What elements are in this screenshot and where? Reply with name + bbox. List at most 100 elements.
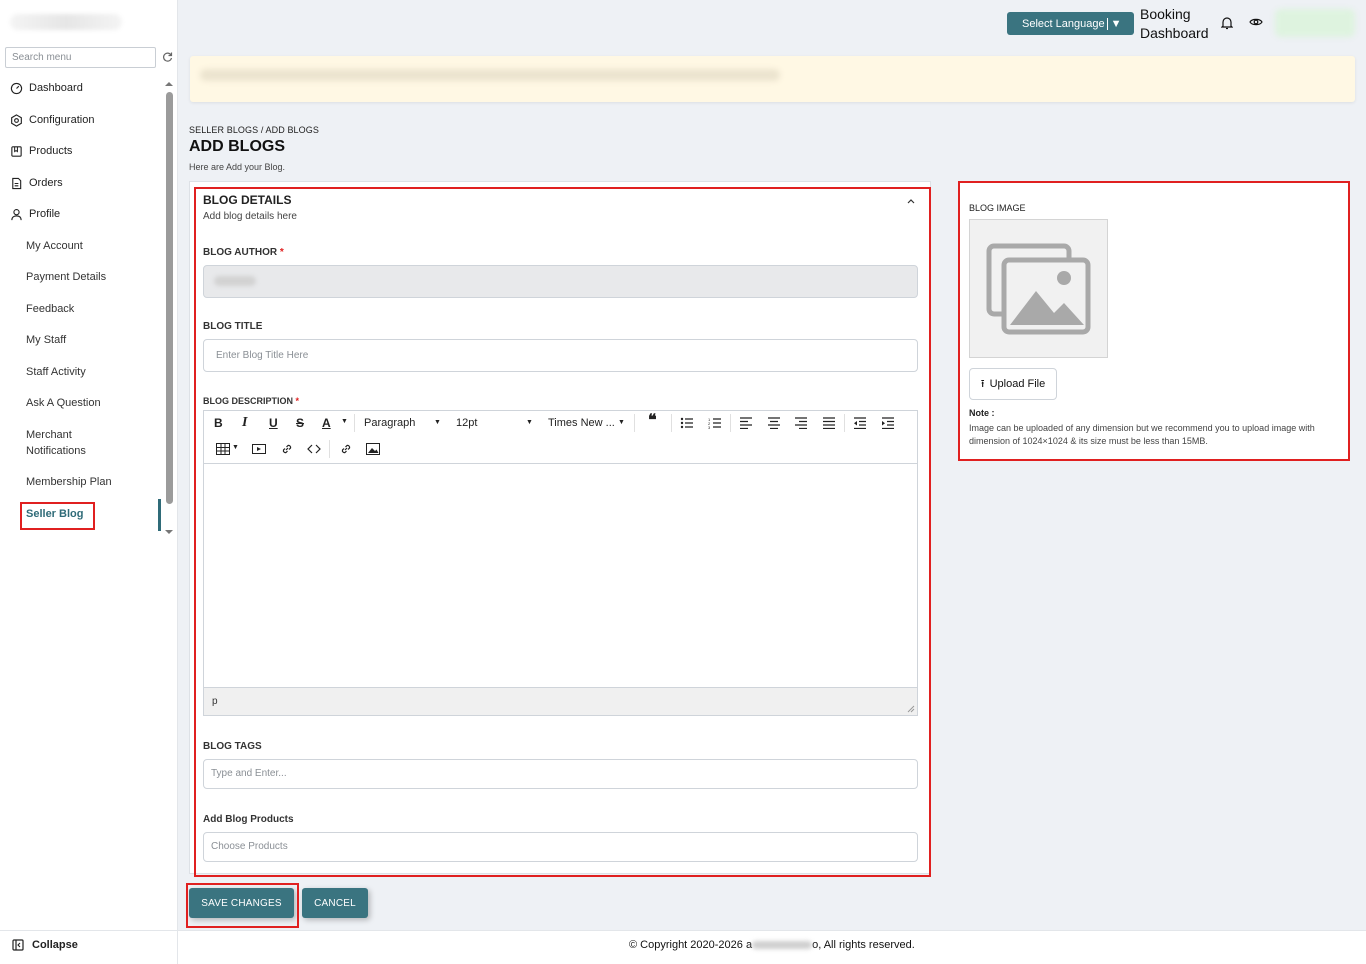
scroll-up-icon[interactable]: [164, 80, 174, 88]
blog-author-label-text: BLOG AUTHOR: [203, 247, 278, 258]
settings-hex-icon: [11, 113, 22, 127]
sidebar-item-profile[interactable]: Profile: [10, 204, 60, 224]
sidebar-scroll-thumb[interactable]: [166, 92, 173, 504]
active-indicator: [158, 499, 161, 531]
sidebar-item-label: Configuration: [29, 114, 95, 126]
collapse-button[interactable]: Collapse: [12, 939, 78, 951]
blog-details-title: BLOG DETAILS: [203, 193, 292, 207]
collapse-sidebar-icon: [12, 939, 24, 951]
font-size-caret-icon: ▼: [526, 419, 533, 426]
brand-logo[interactable]: [10, 14, 122, 30]
top-bar: Select Language ▼ Booking Dashboard: [178, 0, 1366, 48]
refresh-icon[interactable]: [161, 51, 173, 63]
blog-title-input[interactable]: Enter Blog Title Here: [203, 339, 918, 372]
align-left-icon[interactable]: [739, 417, 753, 429]
image-icon[interactable]: [366, 443, 380, 455]
sidebar-item-label: Orders: [29, 177, 63, 189]
font-size-select[interactable]: 12pt: [456, 417, 477, 429]
bell-icon[interactable]: [1221, 16, 1233, 30]
sidebar-subitem-payment-details[interactable]: Payment Details: [26, 269, 106, 285]
media-icon[interactable]: [252, 443, 266, 455]
scroll-down-icon[interactable]: [164, 528, 174, 536]
italic-icon[interactable]: I: [242, 416, 247, 430]
sidebar-item-products[interactable]: Products: [10, 141, 72, 161]
resize-handle-icon[interactable]: [907, 705, 915, 713]
chevron-up-icon[interactable]: [906, 197, 916, 205]
indent-icon[interactable]: [881, 417, 895, 429]
blog-description-label: BLOG DESCRIPTION *: [203, 396, 299, 406]
align-right-icon[interactable]: [794, 417, 808, 429]
blog-author-label: BLOG AUTHOR *: [203, 247, 284, 258]
highlight-box-blog-image: [958, 181, 1350, 461]
table-icon[interactable]: [216, 443, 230, 455]
font-family-select[interactable]: Times New ...: [548, 417, 615, 429]
editor-toolbar-row1: B I U S A ▼ Paragraph ▼ 12pt ▼ Times New…: [204, 411, 917, 436]
bold-icon[interactable]: B: [214, 416, 223, 430]
link-icon[interactable]: [280, 442, 294, 456]
blog-author-field: [203, 265, 918, 298]
sidebar-item-label: Profile: [29, 208, 61, 220]
editor-element-path[interactable]: p: [212, 696, 218, 707]
toolbar-separator: [730, 414, 731, 432]
text-color-dropdown-icon[interactable]: ▼: [341, 418, 348, 425]
sidebar-subitem-my-staff[interactable]: My Staff: [26, 332, 66, 348]
blog-details-subtitle: Add blog details here: [203, 211, 297, 222]
sidebar-subitem-feedback[interactable]: Feedback: [26, 301, 74, 317]
align-justify-icon[interactable]: [822, 417, 836, 429]
copyright-text: © Copyright 2020-2026 a o, All rights res…: [629, 939, 915, 951]
toolbar-separator: [634, 414, 635, 432]
select-language-label: Select Language: [1022, 17, 1105, 30]
dashboard-icon: [10, 82, 23, 94]
sidebar-item-orders[interactable]: Orders: [10, 173, 63, 193]
copyright-prefix: © Copyright 2020-2026 a: [629, 939, 753, 951]
numbered-list-icon[interactable]: 123: [708, 417, 722, 429]
font-family-caret-icon: ▼: [618, 419, 625, 426]
bullet-list-icon[interactable]: [680, 417, 694, 429]
select-language-dropdown[interactable]: Select Language ▼: [1007, 12, 1134, 35]
notice-banner: [190, 56, 1355, 102]
highlight-box-save: [186, 883, 299, 928]
main-content: Select Language ▼ Booking Dashboard SELL…: [178, 0, 1366, 964]
sidebar-item-label: Products: [29, 145, 73, 157]
blog-title-label: BLOG TITLE: [203, 321, 263, 332]
sidebar: Search menu Dashboard Configuration Prod…: [0, 0, 178, 964]
blog-products-label: Add Blog Products: [203, 814, 294, 825]
sidebar-subitem-my-account[interactable]: My Account: [26, 238, 83, 254]
blockquote-icon[interactable]: ❝: [648, 413, 657, 429]
toolbar-separator: [354, 414, 355, 432]
text-color-icon[interactable]: A: [322, 416, 331, 430]
blog-tags-label: BLOG TAGS: [203, 741, 262, 752]
breadcrumb: SELLER BLOGS / ADD BLOGS: [189, 125, 319, 135]
copyright-suffix: o, All rights reserved.: [812, 939, 915, 951]
underline-icon[interactable]: U: [269, 416, 278, 430]
page-title: ADD BLOGS: [189, 138, 285, 155]
booking-dashboard-link[interactable]: Booking Dashboard: [1140, 5, 1220, 43]
cancel-button[interactable]: CANCEL: [302, 888, 368, 918]
search-menu-input[interactable]: Search menu: [5, 47, 156, 68]
align-center-icon[interactable]: [767, 417, 781, 429]
strikethrough-icon[interactable]: S: [296, 416, 304, 430]
sidebar-subitem-ask-a-question[interactable]: Ask A Question: [26, 395, 101, 411]
sidebar-item-configuration[interactable]: Configuration: [10, 110, 94, 130]
code-icon[interactable]: [307, 443, 321, 455]
blog-author-value: [214, 276, 256, 286]
page-subtitle: Here are Add your Blog.: [189, 162, 286, 172]
blog-tags-input[interactable]: Type and Enter...: [203, 759, 918, 789]
table-caret-icon[interactable]: ▼: [232, 444, 239, 451]
sidebar-subitem-merchant-notifications[interactable]: Merchant Notifications: [26, 427, 116, 459]
outdent-icon[interactable]: [853, 417, 867, 429]
blog-description-label-text: BLOG DESCRIPTION: [203, 396, 294, 406]
notice-text: [200, 69, 780, 81]
rich-text-editor[interactable]: B I U S A ▼ Paragraph ▼ 12pt ▼ Times New…: [203, 410, 918, 716]
block-format-select[interactable]: Paragraph: [364, 417, 415, 429]
block-format-caret-icon: ▼: [434, 419, 441, 426]
user-icon: [11, 208, 22, 220]
blog-products-select[interactable]: Choose Products: [203, 832, 918, 862]
products-icon: [11, 145, 22, 157]
sidebar-subitem-staff-activity[interactable]: Staff Activity: [26, 364, 86, 380]
sidebar-subitem-membership-plan[interactable]: Membership Plan: [26, 474, 112, 490]
eye-icon[interactable]: [1249, 16, 1263, 28]
link-icon[interactable]: [339, 442, 353, 456]
sidebar-item-dashboard[interactable]: Dashboard: [10, 78, 83, 98]
user-avatar[interactable]: [1275, 9, 1355, 37]
